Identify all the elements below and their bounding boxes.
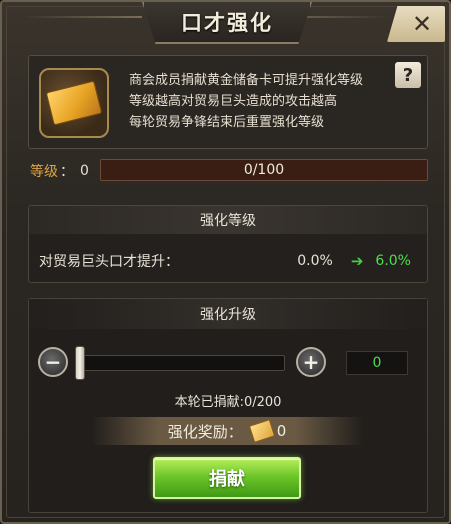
enhance-upgrade-title: 强化升级 <box>200 307 256 323</box>
gold-reserve-card-icon <box>39 68 109 138</box>
stat-next-value: 6.0% <box>375 253 411 269</box>
info-line-3: 每轮贸易争锋结束后重置强化等级 <box>129 115 325 130</box>
reward-label: 强化奖励： <box>167 422 243 441</box>
level-progress-text: 0/100 <box>243 162 285 178</box>
stat-row: 对贸易巨头口才提升： 0.0% ➔ 6.0% <box>39 250 411 272</box>
info-line-2: 等级越高对贸易巨头造成的攻击越高 <box>129 94 338 109</box>
level-value: 0 <box>80 163 89 179</box>
donate-button[interactable]: 捐献 <box>153 457 301 499</box>
increase-button[interactable]: + <box>296 347 326 377</box>
dialog-frame: 口才强化 ✕ 商会成员捐献黄金储备卡可提升强化等级 等级越高对贸易巨头造成的攻击… <box>0 0 451 524</box>
quantity-value: 0 <box>372 355 382 371</box>
close-icon: ✕ <box>411 10 433 38</box>
quantity-input[interactable]: 0 <box>346 351 408 375</box>
donate-button-label: 捐献 <box>209 469 245 490</box>
title-tab: 口才强化 <box>142 2 312 44</box>
enhance-level-header: 强化等级 <box>29 206 427 234</box>
level-label: 等级 <box>30 164 58 180</box>
enhance-upgrade-section: 强化升级 − + 0 本轮已捐献:0/200 强化奖励： 0 捐献 <box>28 298 428 513</box>
info-box: 商会成员捐献黄金储备卡可提升强化等级 等级越高对贸易巨头造成的攻击越高 每轮贸易… <box>28 55 428 149</box>
quantity-slider-handle[interactable] <box>75 346 85 380</box>
quantity-slider-track[interactable] <box>77 355 285 371</box>
gold-card-icon <box>248 419 275 443</box>
info-line-1: 商会成员捐献黄金储备卡可提升强化等级 <box>129 73 364 88</box>
donated-count: 本轮已捐献:0/200 <box>174 395 282 410</box>
stat-current-value: 0.0% <box>297 253 333 269</box>
level-progress-bar: 0/100 <box>100 159 428 181</box>
enhance-level-title: 强化等级 <box>200 213 256 229</box>
question-icon: ? <box>402 64 414 86</box>
title-ornament-left <box>22 16 142 18</box>
help-button[interactable]: ? <box>395 62 421 88</box>
decrease-button[interactable]: − <box>38 347 68 377</box>
dialog-title: 口才强化 <box>181 11 273 35</box>
enhance-upgrade-header: 强化升级 <box>29 299 427 329</box>
enhance-level-section: 强化等级 对贸易巨头口才提升： 0.0% ➔ 6.0% <box>28 205 428 283</box>
info-description: 商会成员捐献黄金储备卡可提升强化等级 等级越高对贸易巨头造成的攻击越高 每轮贸易… <box>129 70 363 133</box>
reward-value: 0 <box>276 422 287 440</box>
arrow-right-icon: ➔ <box>350 252 364 270</box>
plus-icon: + <box>302 350 320 374</box>
card-graphic <box>45 80 103 126</box>
level-colon: ： <box>60 164 74 180</box>
minus-icon: − <box>44 350 62 374</box>
stat-label: 对贸易巨头口才提升： <box>39 254 179 270</box>
reward-bar: 强化奖励： 0 <box>91 417 363 445</box>
close-button[interactable]: ✕ <box>387 6 445 42</box>
level-row: 等级 ： 0 <box>30 160 89 182</box>
